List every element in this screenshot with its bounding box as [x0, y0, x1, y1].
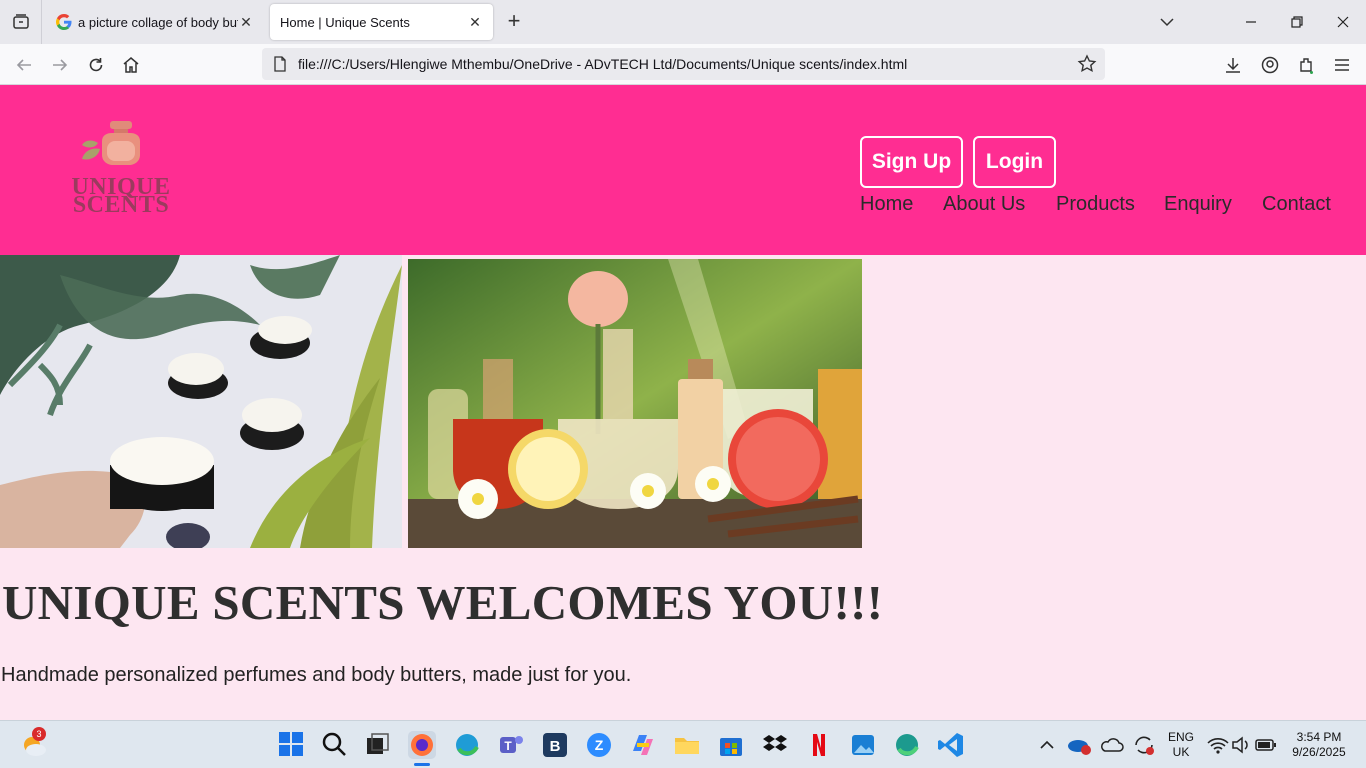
nav-enquiry[interactable]: Enquiry: [1164, 193, 1232, 216]
clock-date: 9/26/2025: [1292, 745, 1346, 759]
close-window-icon[interactable]: [1320, 0, 1366, 44]
start-icon[interactable]: [278, 731, 306, 759]
nav-contact[interactable]: Contact: [1262, 193, 1331, 216]
sync-icon[interactable]: [1130, 731, 1158, 759]
dropbox-icon[interactable]: [761, 731, 789, 759]
netflix-icon[interactable]: [805, 731, 833, 759]
minimize-icon[interactable]: [1228, 0, 1274, 44]
bookmark-star-icon[interactable]: [1077, 54, 1097, 74]
tab-title: a picture collage of body butter: [78, 14, 238, 30]
home-icon[interactable]: [116, 50, 146, 80]
login-button[interactable]: Login: [973, 136, 1056, 188]
zoom-icon[interactable]: Z: [585, 731, 613, 759]
google-icon: [56, 14, 72, 30]
perfume-bottle-icon: [82, 121, 140, 165]
edge-dev-icon[interactable]: [893, 731, 921, 759]
tab-list-icon[interactable]: [0, 0, 42, 44]
store-icon[interactable]: [717, 731, 745, 759]
menu-icon[interactable]: [1327, 50, 1357, 80]
cloud-icon[interactable]: [1098, 731, 1126, 759]
url-text: file:///C:/Users/Hlengiwe Mthembu/OneDri…: [298, 56, 908, 72]
vscode-icon[interactable]: [937, 731, 965, 759]
edge-icon[interactable]: [453, 731, 481, 759]
close-tab-icon[interactable]: ✕: [238, 14, 254, 31]
photos-icon[interactable]: [849, 731, 877, 759]
account-icon[interactable]: [1255, 50, 1285, 80]
teams-icon[interactable]: T: [497, 731, 525, 759]
file-explorer-icon[interactable]: [673, 731, 701, 759]
browser-tab-home[interactable]: Home | Unique Scents ✕: [270, 4, 493, 40]
onedrive-error-icon[interactable]: [1066, 731, 1094, 759]
copilot-icon[interactable]: [629, 731, 657, 759]
tagline: Handmade personalized perfumes and body …: [1, 664, 632, 686]
perfumes-image: [408, 259, 862, 548]
reload-icon[interactable]: [81, 50, 111, 80]
language-line1: ENG: [1167, 730, 1194, 744]
page-icon: [274, 56, 286, 72]
search-icon[interactable]: [321, 731, 349, 759]
logo-text-line2: SCENTS: [72, 192, 170, 218]
nav-about-us[interactable]: About Us: [943, 193, 1025, 216]
b-app-icon[interactable]: B: [541, 731, 569, 759]
downloads-icon[interactable]: [1218, 50, 1248, 80]
site-header: UNIQUE SCENTS Sign Up Login Home About U…: [0, 85, 1366, 255]
browser-tab-bar: a picture collage of body butter ✕ Home …: [0, 0, 1366, 44]
language-indicator[interactable]: ENG UK: [1162, 730, 1200, 760]
notification-badge: 3: [32, 727, 46, 741]
battery-icon[interactable]: [1254, 731, 1282, 759]
body-butter-image: [0, 255, 402, 548]
extensions-icon[interactable]: [1291, 50, 1321, 80]
back-icon[interactable]: [9, 50, 39, 80]
nav-products[interactable]: Products: [1056, 193, 1135, 216]
taskbar: 3 T B Z ENG UK 3:54 PM 9/26/2025: [0, 720, 1366, 768]
browser-toolbar: file:///C:/Users/Hlengiwe Mthembu/OneDri…: [0, 44, 1366, 85]
svg-text:B: B: [550, 738, 561, 755]
weather-widget[interactable]: 3: [20, 727, 48, 759]
nav-home[interactable]: Home: [860, 193, 913, 216]
logo[interactable]: UNIQUE SCENTS: [60, 119, 182, 219]
signup-button[interactable]: Sign Up: [860, 136, 963, 188]
language-line2: UK: [1172, 745, 1190, 759]
svg-text:T: T: [504, 739, 512, 753]
welcome-heading: UNIQUE SCENTS WELCOMES YOU!!!: [2, 575, 884, 630]
clock-time: 3:54 PM: [1296, 730, 1342, 744]
tab-title: Home | Unique Scents: [280, 14, 410, 30]
new-tab-icon[interactable]: +: [502, 10, 526, 34]
list-all-tabs-icon[interactable]: [1144, 0, 1190, 44]
browser-tab-google[interactable]: a picture collage of body butter ✕: [46, 4, 264, 40]
close-tab-icon[interactable]: ✕: [467, 14, 483, 31]
forward-icon[interactable]: [45, 50, 75, 80]
clock[interactable]: 3:54 PM 9/26/2025: [1282, 730, 1356, 760]
address-bar[interactable]: file:///C:/Users/Hlengiwe Mthembu/OneDri…: [262, 48, 1105, 80]
firefox-icon[interactable]: [408, 731, 436, 766]
task-view-icon[interactable]: [364, 731, 392, 759]
svg-text:Z: Z: [595, 737, 604, 753]
restore-icon[interactable]: [1274, 0, 1320, 44]
chevron-up-icon[interactable]: [1036, 731, 1064, 759]
